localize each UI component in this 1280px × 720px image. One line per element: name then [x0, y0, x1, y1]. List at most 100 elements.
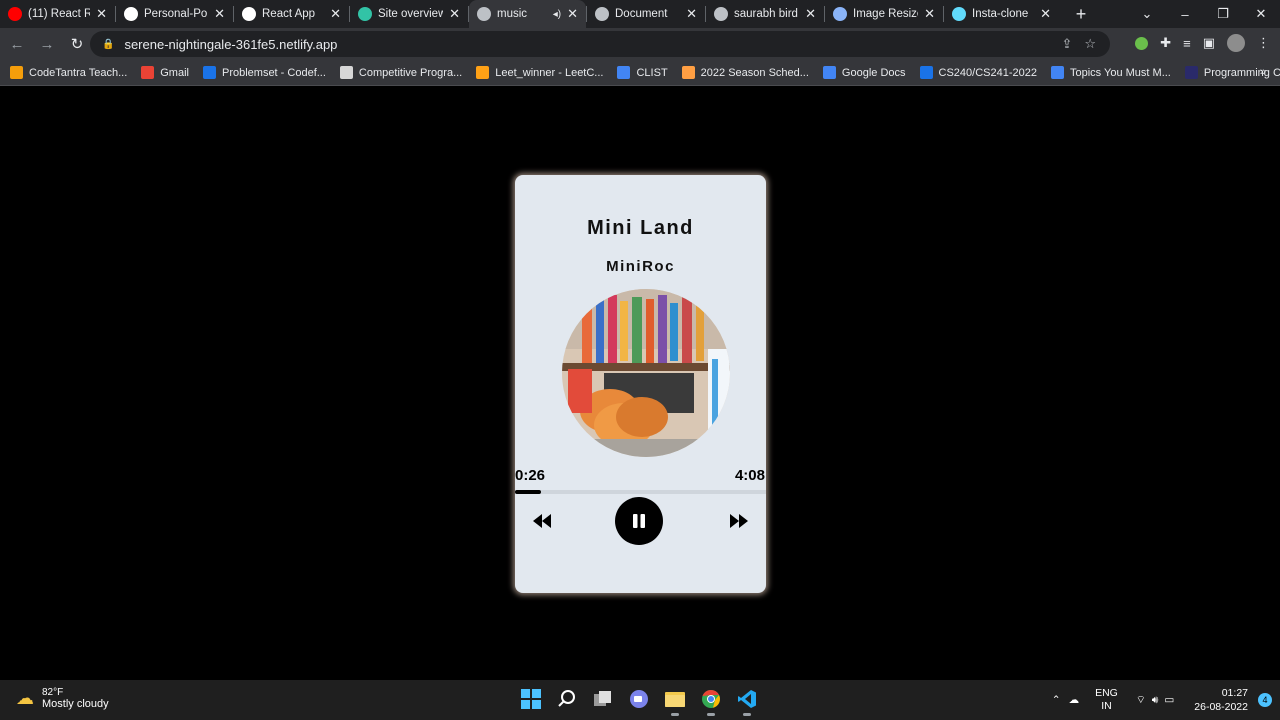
side-panel-icon[interactable]: ▣ [1203, 35, 1215, 51]
clock[interactable]: 01:27 26-08-2022 [1194, 686, 1248, 714]
language-indicator[interactable]: ENG IN [1095, 687, 1118, 713]
menu-kebab-icon[interactable]: ⋮ [1257, 35, 1270, 51]
album-art [562, 289, 730, 457]
bookmark-item[interactable]: 2022 Season Sched... [681, 66, 809, 79]
bookmark-item[interactable]: Google Docs [822, 66, 906, 79]
share-icon[interactable]: ⇪ [1061, 36, 1072, 52]
forward-icon[interactable]: → [34, 36, 60, 53]
rewind-button[interactable] [529, 511, 555, 531]
lock-icon[interactable]: 🔒 [102, 39, 114, 50]
weather-widget[interactable]: ☁ 82°F Mostly cloudy [16, 687, 109, 710]
tab-title: Insta-clone [972, 8, 1029, 20]
minimize-icon[interactable]: – [1166, 7, 1204, 22]
close-tab-icon[interactable]: ✕ [1040, 6, 1051, 22]
show-hidden-icons-icon[interactable]: ⌃ [1052, 694, 1061, 706]
globe-icon [595, 7, 609, 21]
tab-6[interactable]: saurabh bird f ✕ [706, 0, 824, 28]
tab-4[interactable]: music ◂) ✕ [469, 0, 586, 28]
start-button[interactable] [518, 686, 544, 712]
page-content: Mini Land MiniRoc 0:26 4:08 [0, 86, 1280, 680]
globe-icon [714, 7, 728, 21]
battery-icon[interactable]: ▭ [1164, 694, 1174, 706]
current-time: 0:26 [515, 467, 546, 484]
tab-title: Site overview | [378, 8, 444, 20]
chrome-button[interactable] [698, 686, 724, 716]
fast-forward-button[interactable] [726, 511, 752, 531]
back-icon[interactable]: ← [4, 36, 30, 53]
bookmark-favicon-icon [822, 66, 836, 79]
close-window-icon[interactable]: ✕ [1242, 6, 1280, 22]
onedrive-cloud-icon[interactable]: ☁ [1069, 694, 1080, 706]
close-tab-icon[interactable]: ✕ [567, 6, 578, 22]
media-queue-icon[interactable]: ≡ [1183, 36, 1191, 51]
bookmark-item[interactable]: Topics You Must M... [1050, 66, 1171, 79]
address-bar[interactable]: 🔒 serene-nightingale-361fe5.netlify.app … [90, 31, 1110, 57]
close-tab-icon[interactable]: ✕ [449, 6, 460, 22]
pause-button[interactable] [615, 497, 663, 545]
language-code: ENG [1095, 687, 1118, 699]
bookmark-favicon-icon [1050, 66, 1064, 79]
bookmark-favicon-icon [919, 66, 933, 79]
bookmark-label: Gmail [160, 66, 189, 79]
restore-icon[interactable]: ❐ [1204, 6, 1242, 22]
notification-badge[interactable]: 4 [1258, 693, 1272, 707]
netlify-icon [358, 7, 372, 21]
tab-1[interactable]: Personal-Portf ✕ [116, 0, 233, 28]
bookmark-item[interactable]: Competitive Progra... [339, 66, 462, 79]
new-tab-button[interactable]: + [1069, 4, 1093, 25]
search-button[interactable] [554, 686, 580, 712]
bookmark-star-icon[interactable]: ☆ [1084, 36, 1096, 52]
bookmarks-bar: CodeTantra Teach... Gmail Problemset - Cod… [0, 60, 1280, 86]
volume-icon[interactable]: 🔊︎ [1152, 694, 1159, 707]
close-tab-icon[interactable]: ✕ [330, 6, 341, 22]
close-tab-icon[interactable]: ✕ [805, 6, 816, 22]
bookmark-item[interactable]: Leet_winner - LeetC... [476, 66, 603, 79]
tab-5[interactable]: Document ✕ [587, 0, 705, 28]
windows-taskbar: ☁ 82°F Mostly cloudy ⌃ ☁ ENG IN ⌔ 🔊︎ ▭ 0… [0, 680, 1280, 720]
bookmark-item[interactable]: CodeTantra Teach... [10, 66, 127, 79]
close-tab-icon[interactable]: ✕ [214, 6, 225, 22]
tab-8[interactable]: Insta-clone ✕ [944, 0, 1059, 28]
bookmark-item[interactable]: CS240/CS241-2022 [919, 66, 1037, 79]
progress-bar[interactable] [515, 490, 766, 494]
search-icon [558, 690, 575, 707]
bookmarks-overflow-icon[interactable]: » [1260, 66, 1266, 78]
bookmark-label: Problemset - Codef... [221, 66, 326, 79]
bookmark-favicon-icon [10, 66, 23, 79]
wifi-icon[interactable]: ⌔ [1136, 693, 1146, 707]
tab-7[interactable]: Image Resizer ✕ [825, 0, 943, 28]
audio-playing-icon[interactable]: ◂) [553, 9, 561, 20]
task-view-button[interactable] [590, 686, 616, 712]
bookmark-favicon-icon [681, 66, 695, 79]
close-tab-icon[interactable]: ✕ [686, 6, 697, 22]
taskbar-apps [518, 686, 760, 716]
windows-logo-icon [521, 689, 541, 709]
bookmark-label: CLIST [636, 66, 668, 79]
tab-0[interactable]: (11) React Res ✕ [0, 0, 115, 28]
teams-chat-button[interactable] [626, 686, 652, 712]
pause-icon [633, 514, 645, 528]
reload-icon[interactable]: ↻ [64, 35, 90, 53]
bookmark-favicon-icon [1184, 66, 1198, 79]
tab-title: Document [615, 8, 668, 20]
weather-temperature: 82°F [42, 687, 64, 698]
bookmark-item[interactable]: Gmail [141, 66, 189, 79]
bookmark-item[interactable]: Problemset - Codef... [202, 66, 326, 79]
task-view-icon [594, 691, 611, 706]
file-explorer-button[interactable] [662, 686, 688, 716]
extensions-puzzle-icon[interactable]: ✚ [1160, 35, 1171, 51]
close-tab-icon[interactable]: ✕ [924, 6, 935, 22]
tab-2[interactable]: React App ✕ [234, 0, 349, 28]
bookmark-label: CS240/CS241-2022 [938, 66, 1037, 79]
browser-toolbar: ← → ↻ 🔒 serene-nightingale-361fe5.netlif… [0, 28, 1280, 60]
rewind-icon [533, 514, 551, 528]
bookmark-item[interactable]: CLIST [617, 66, 668, 79]
tab-list: (11) React Res ✕ Personal-Portf ✕ React App ✕… [0, 0, 1059, 28]
tab-search-icon[interactable]: ⌄ [1128, 6, 1166, 22]
vscode-icon [738, 690, 756, 708]
close-tab-icon[interactable]: ✕ [96, 6, 107, 22]
profile-avatar[interactable] [1227, 34, 1245, 52]
tab-3[interactable]: Site overview | ✕ [350, 0, 468, 28]
extension-green-icon[interactable] [1135, 36, 1149, 50]
vscode-button[interactable] [734, 686, 760, 716]
